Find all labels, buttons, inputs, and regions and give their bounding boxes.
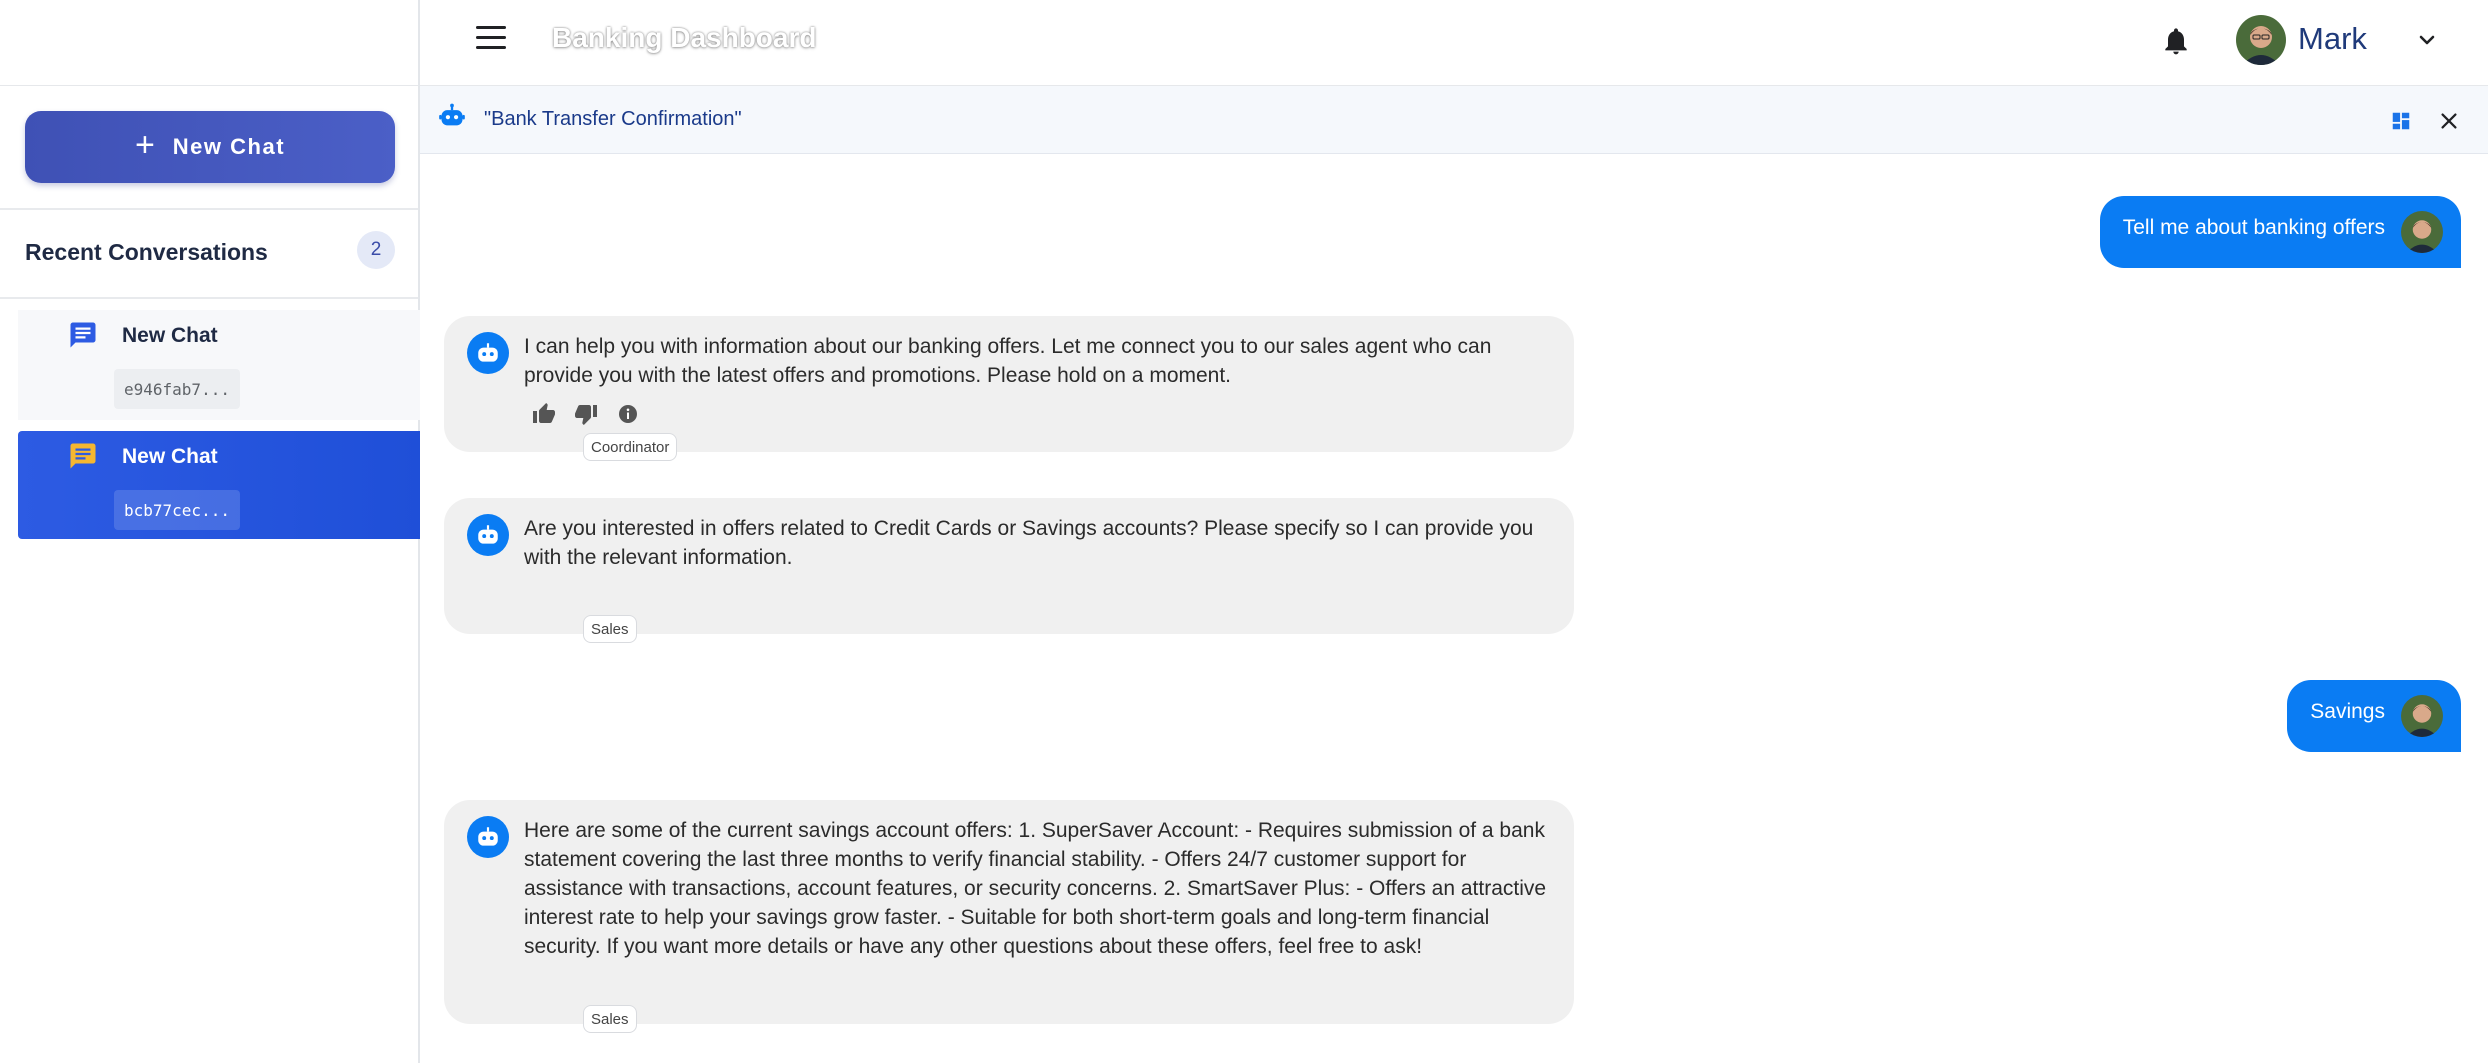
chat-title-bar: "Bank Transfer Confirmation" [420,86,2488,154]
avatar [2401,211,2443,253]
new-chat-button[interactable]: + New Chat [25,111,395,183]
message-text: I can help you with information about ou… [524,335,1492,387]
message-text: Tell me about banking offers [2122,216,2385,239]
conversation-item-active[interactable]: New Chat bcb77cec... [18,431,420,539]
user-message: Savings [2287,680,2461,752]
recent-count-badge: 2 [357,231,395,269]
bell-icon[interactable] [2160,24,2192,58]
chat-bubble-icon [70,443,96,469]
agent-tag: Coordinator [583,433,678,461]
sidebar-header [0,0,418,86]
close-icon[interactable] [2438,110,2460,132]
thumbs-up-icon[interactable] [532,402,556,426]
bot-icon [467,514,509,556]
feedback-actions [532,402,640,426]
new-chat-label: New Chat [172,134,286,159]
conversation-title: New Chat [122,324,218,347]
user-name[interactable]: Mark [2298,21,2367,57]
top-header: Banking Dashboard Mark [420,0,2488,86]
plus-icon: + [134,126,155,164]
sidebar: + New Chat Recent Conversations 2 New Ch… [0,0,420,1063]
menu-icon[interactable] [476,26,506,50]
conversation-id: bcb77cec... [114,490,240,530]
avatar [2401,695,2443,737]
avatar[interactable] [2236,15,2286,65]
thumbs-down-icon[interactable] [574,402,598,426]
bot-message: I can help you with information about ou… [444,316,1574,461]
conversation-title: New Chat [122,445,218,468]
app-title: Banking Dashboard [552,22,817,53]
info-icon[interactable] [616,402,640,426]
bot-icon [467,816,509,858]
bot-icon [467,332,509,374]
grid-icon[interactable] [2390,110,2412,132]
user-message: Tell me about banking offers [2099,196,2461,268]
recent-conversations-title: Recent Conversations [25,239,268,265]
agent-tag: Sales [583,615,637,643]
message-text: Are you interested in offers related to … [524,517,1534,569]
chevron-down-icon[interactable] [2415,28,2439,52]
sidebar-divider [0,208,418,210]
message-text: Here are some of the current savings acc… [524,819,1547,958]
agent-tag: Sales [583,1005,637,1033]
chat-title: "Bank Transfer Confirmation" [484,108,742,130]
bot-message: Here are some of the current savings acc… [444,800,1574,1033]
sidebar-divider [0,297,418,299]
bot-icon [439,103,465,126]
bot-message: Are you interested in offers related to … [444,498,1574,643]
message-text: Savings [2310,700,2385,723]
conversation-id: e946fab7... [114,369,240,409]
conversation-item[interactable]: New Chat e946fab7... [18,310,420,420]
chat-bubble-icon [70,322,96,348]
